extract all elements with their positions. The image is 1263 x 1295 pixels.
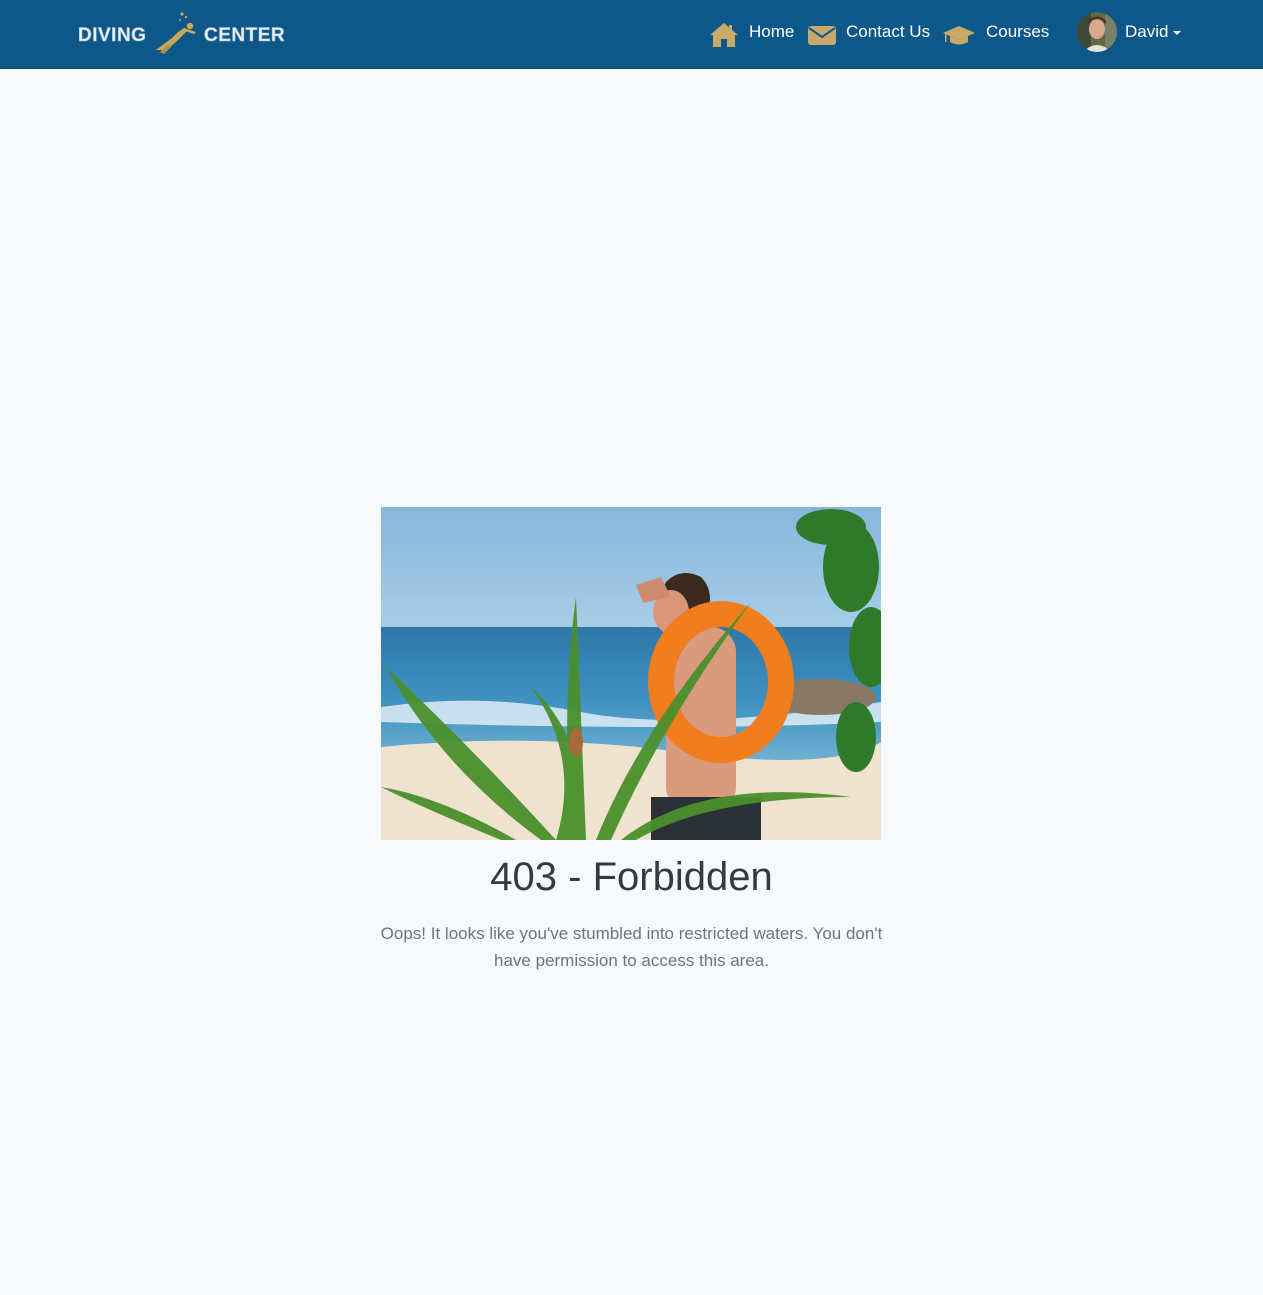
graduation-cap-icon [942, 23, 976, 47]
envelope-icon [808, 24, 836, 46]
nav-courses[interactable]: Courses [942, 0, 1049, 69]
user-name: David [1125, 22, 1169, 41]
caret-down-icon [1173, 31, 1182, 35]
home-icon [709, 22, 739, 48]
error-message: Oops! It looks like you've stumbled into… [380, 924, 883, 970]
diving-center-logo[interactable]: DIVING CENTER [76, 10, 288, 56]
nav-courses-label: Courses [986, 21, 1050, 41]
nav-home[interactable]: Home [709, 0, 794, 69]
nav-contact-label: Contact Us [846, 21, 931, 41]
nav-home-label: Home [749, 21, 795, 41]
diver-icon [156, 12, 196, 54]
top-navbar: DIVING CENTER Home Contact Us Courses Da… [0, 0, 1263, 69]
beach-lifeguard-image [381, 507, 881, 840]
logo-graphic: DIVING CENTER [78, 12, 285, 54]
nav-contact-us[interactable]: Contact Us [808, 0, 930, 69]
error-title: 403 - Forbidden [490, 855, 773, 899]
svg-text:CENTER: CENTER [204, 25, 285, 46]
user-menu-toggle[interactable]: David [1077, 12, 1182, 52]
avatar [1077, 12, 1117, 52]
svg-text:DIVING: DIVING [78, 25, 146, 46]
